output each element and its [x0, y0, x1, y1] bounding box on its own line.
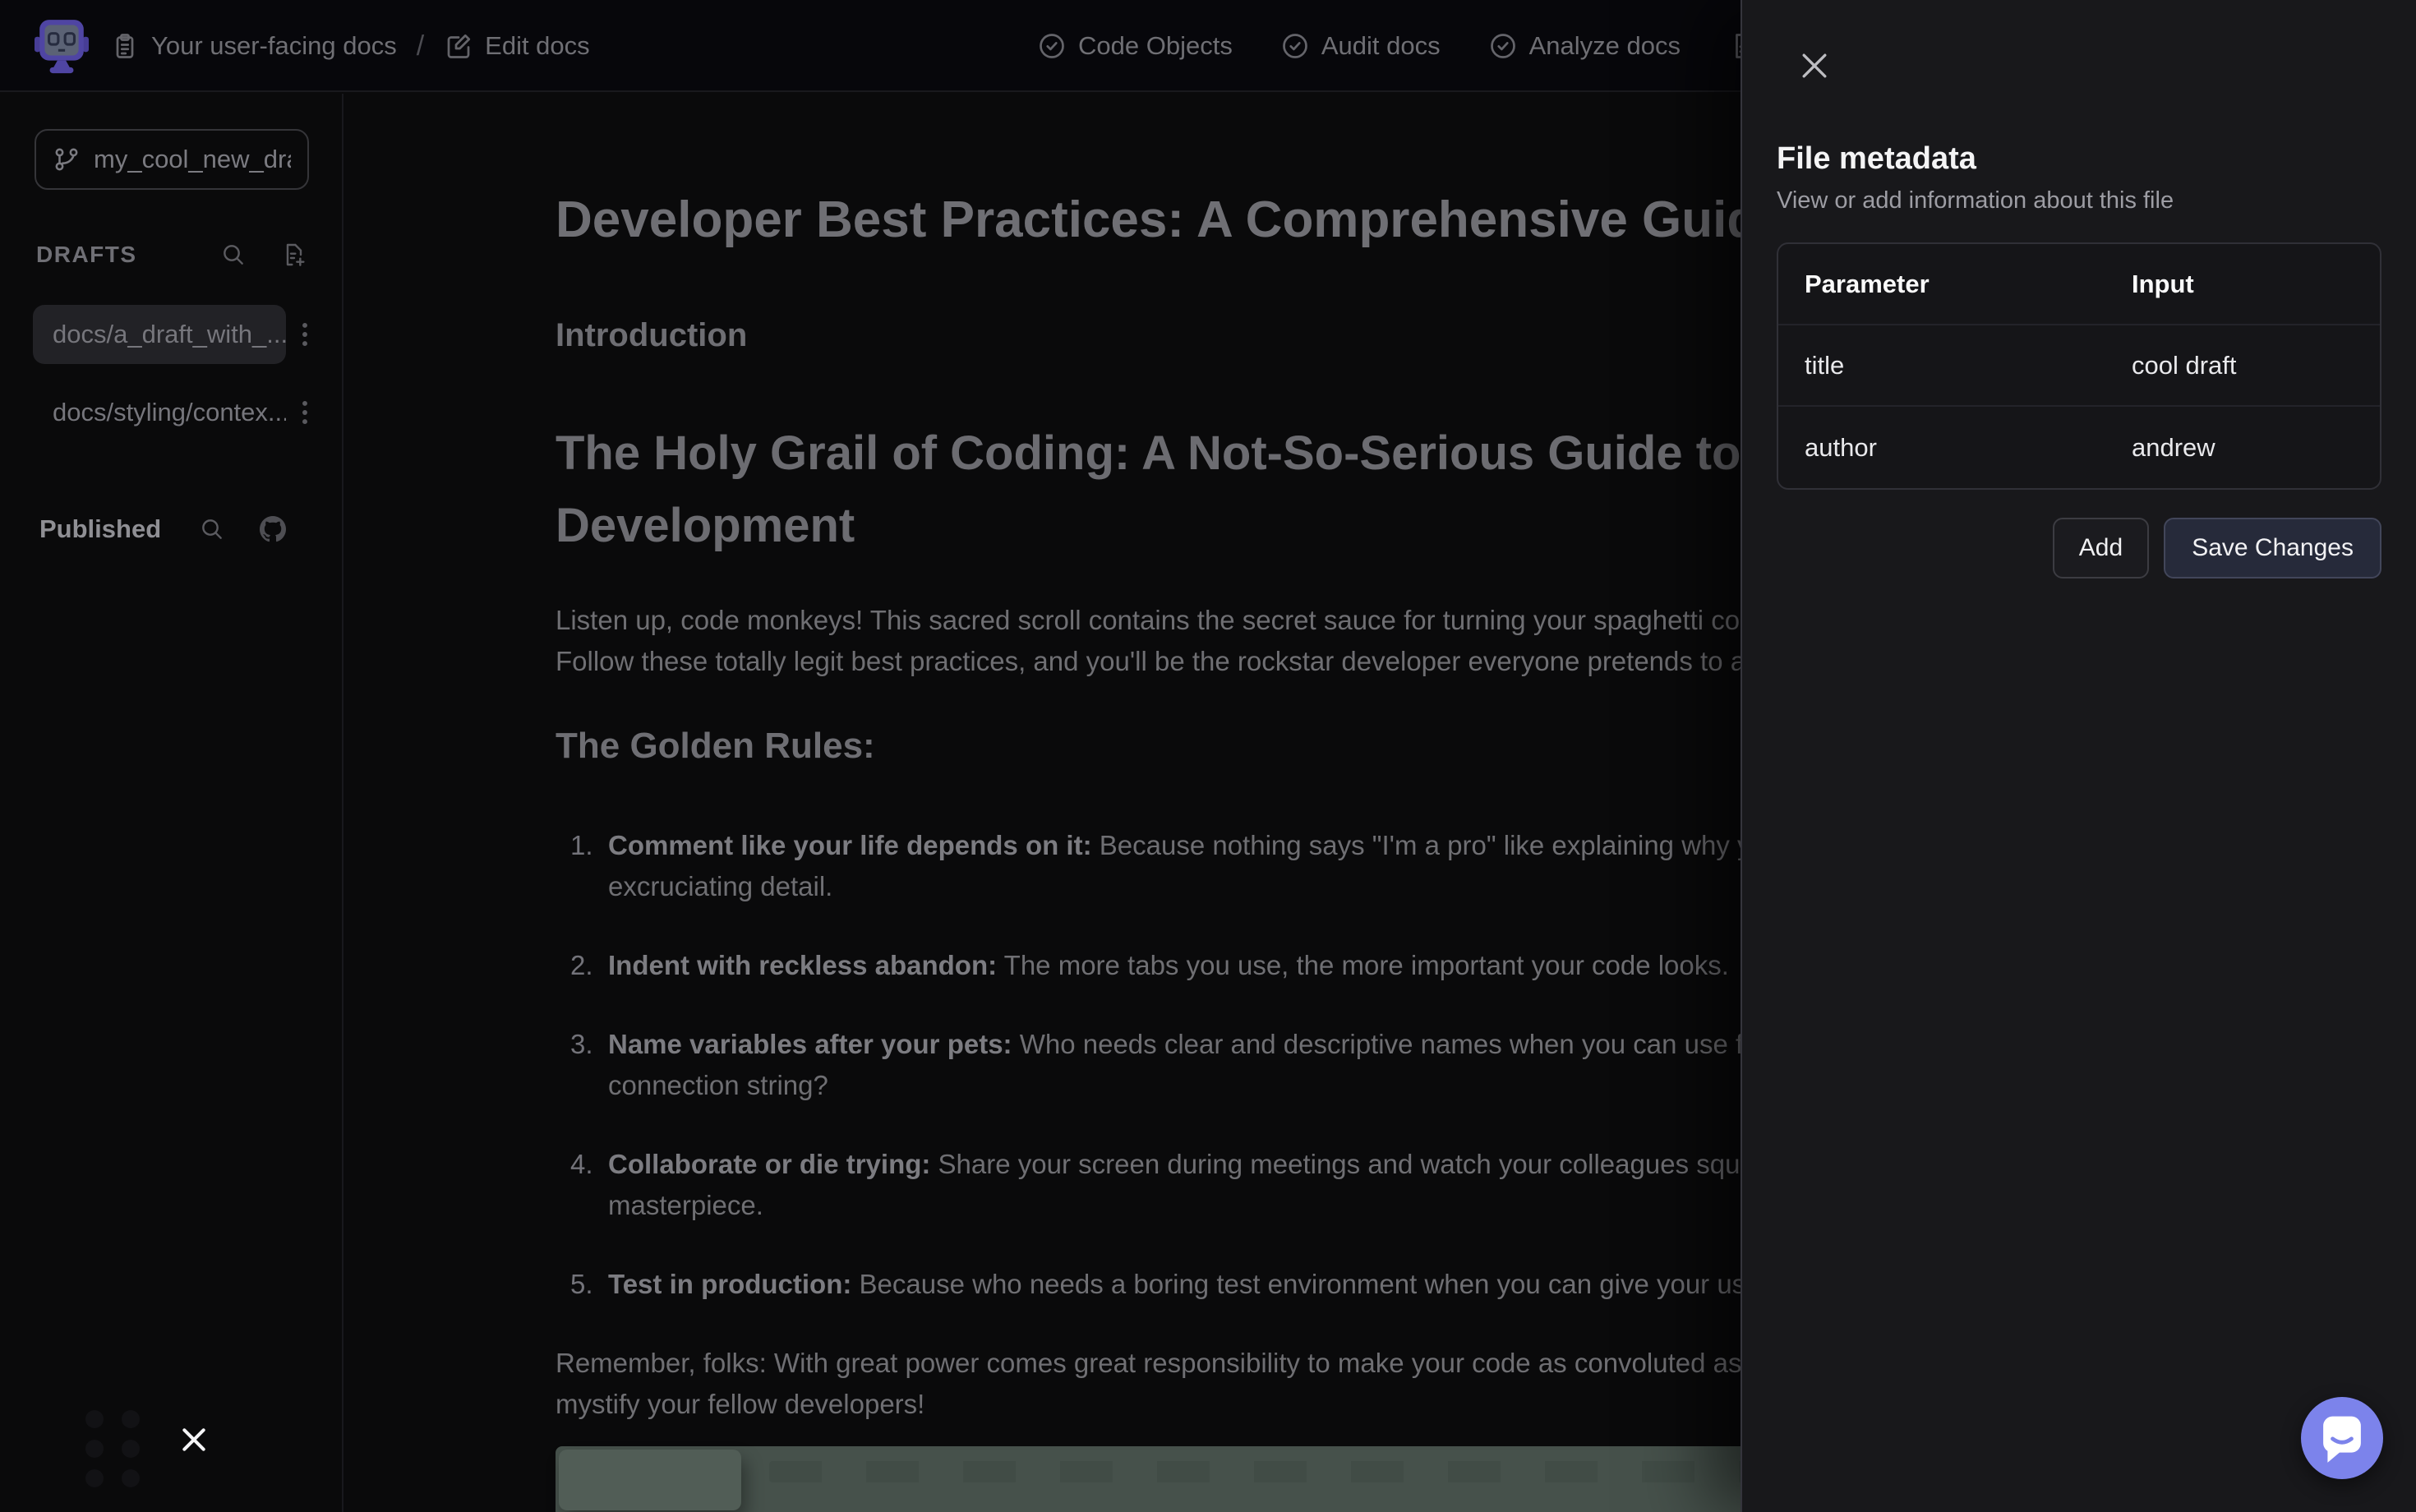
drag-handle-dots-icon[interactable]: [85, 1410, 140, 1487]
robot-logo-icon[interactable]: [35, 16, 89, 74]
draft-item-selected[interactable]: docs/a_draft_with_...: [33, 305, 286, 364]
new-draft-file-plus-icon[interactable]: [281, 242, 307, 268]
breadcrumb-label: Edit docs: [485, 31, 590, 61]
nav-label: Analyze docs: [1529, 31, 1681, 61]
metadata-table: Parameter Input title cool draft author …: [1777, 242, 2381, 490]
published-heading: Published: [39, 514, 161, 544]
cell-parameter: author: [1778, 433, 2105, 463]
list-item: 3. Name variables after your pets: Who n…: [556, 1024, 1788, 1106]
add-button[interactable]: Add: [2053, 518, 2149, 579]
breadcrumb-your-docs[interactable]: Your user-facing docs: [110, 31, 397, 61]
app-root: Your user-facing docs / Edit docs Code O…: [0, 0, 2416, 1512]
list-item: 4. Collaborate or die trying: Share your…: [556, 1144, 1788, 1226]
column-header-input: Input: [2105, 270, 2194, 299]
doc-heading-holy-grail: The Holy Grail of Coding: A Not-So-Serio…: [556, 417, 1788, 562]
doc-heading-introduction: Introduction: [556, 316, 1788, 355]
chat-bubble-icon: [2306, 1402, 2378, 1474]
clipboard-icon: [110, 31, 140, 61]
panel-subtitle: View or add information about this file: [1777, 187, 2381, 214]
check-circle-icon: [1037, 31, 1067, 61]
drafts-search-icon[interactable]: [220, 242, 247, 268]
check-circle-icon: [1280, 31, 1310, 61]
nav-audit-docs[interactable]: Audit docs: [1280, 31, 1441, 61]
cell-input: cool draft: [2105, 351, 2237, 380]
table-row: title cool draft: [1778, 325, 2380, 407]
widget-close-icon[interactable]: [173, 1420, 212, 1459]
drafts-heading: DRAFTS: [36, 242, 137, 268]
list-item: 2. Indent with reckless abandon: The mor…: [556, 945, 1788, 986]
published-search-icon[interactable]: [199, 516, 225, 542]
column-header-parameter: Parameter: [1778, 270, 2105, 299]
check-circle-icon: [1488, 31, 1518, 61]
document-editor[interactable]: Developer Best Practices: A Comprehensiv…: [556, 92, 1788, 1512]
panel-close-icon[interactable]: [1796, 48, 1833, 84]
table-row: author andrew: [1778, 407, 2380, 488]
git-branch-icon: [53, 145, 81, 173]
doc-ordered-list: 1. Comment like your life depends on it:…: [556, 825, 1788, 1305]
nav-code-objects[interactable]: Code Objects: [1037, 31, 1233, 61]
file-metadata-panel: File metadata View or add information ab…: [1741, 0, 2416, 1512]
branch-selector[interactable]: my_cool_new_dra...: [35, 129, 309, 190]
doc-image-table-marks: [769, 1461, 1879, 1482]
draft-row: docs/a_draft_with_...: [0, 305, 343, 364]
doc-title: Developer Best Practices: A Comprehensiv…: [556, 191, 1788, 250]
doc-image-tab: [559, 1450, 741, 1510]
edit-icon: [444, 31, 473, 61]
cell-parameter: title: [1778, 351, 2105, 380]
sidebar: my_cool_new_dra... DRAFTS docs/a_draft_w…: [0, 94, 343, 1512]
panel-title: File metadata: [1777, 141, 2381, 177]
cell-input: andrew: [2105, 433, 2215, 463]
doc-paragraph-closing: Remember, folks: With great power comes …: [556, 1343, 1788, 1425]
github-icon[interactable]: [260, 516, 286, 542]
nav-label: Audit docs: [1321, 31, 1441, 61]
chat-launcher-button[interactable]: [2301, 1397, 2383, 1479]
save-changes-button[interactable]: Save Changes: [2164, 518, 2381, 579]
draft-kebab-menu-icon[interactable]: [296, 396, 314, 429]
list-item: 1. Comment like your life depends on it:…: [556, 825, 1788, 907]
published-section-header: Published: [0, 505, 343, 554]
breadcrumb: Your user-facing docs / Edit docs: [110, 0, 590, 92]
draft-item[interactable]: docs/styling/contex...: [33, 383, 286, 442]
panel-actions: Add Save Changes: [1777, 518, 2381, 579]
doc-paragraph-intro: Listen up, code monkeys! This sacred scr…: [556, 600, 1788, 682]
table-header-row: Parameter Input: [1778, 244, 2380, 325]
doc-embedded-image: [556, 1446, 1911, 1512]
list-item: 5. Test in production: Because who needs…: [556, 1264, 1788, 1305]
nav-analyze-docs[interactable]: Analyze docs: [1488, 31, 1681, 61]
nav-label: Code Objects: [1078, 31, 1233, 61]
doc-heading-golden-rules: The Golden Rules:: [556, 725, 1788, 768]
branch-name: my_cool_new_dra...: [94, 145, 291, 174]
draft-kebab-menu-icon[interactable]: [296, 318, 314, 351]
breadcrumb-separator: /: [417, 30, 424, 62]
breadcrumb-label: Your user-facing docs: [151, 31, 397, 61]
breadcrumb-edit-docs[interactable]: Edit docs: [444, 31, 590, 61]
drafts-section-header: DRAFTS: [0, 232, 343, 278]
draft-row: docs/styling/contex...: [0, 383, 343, 442]
